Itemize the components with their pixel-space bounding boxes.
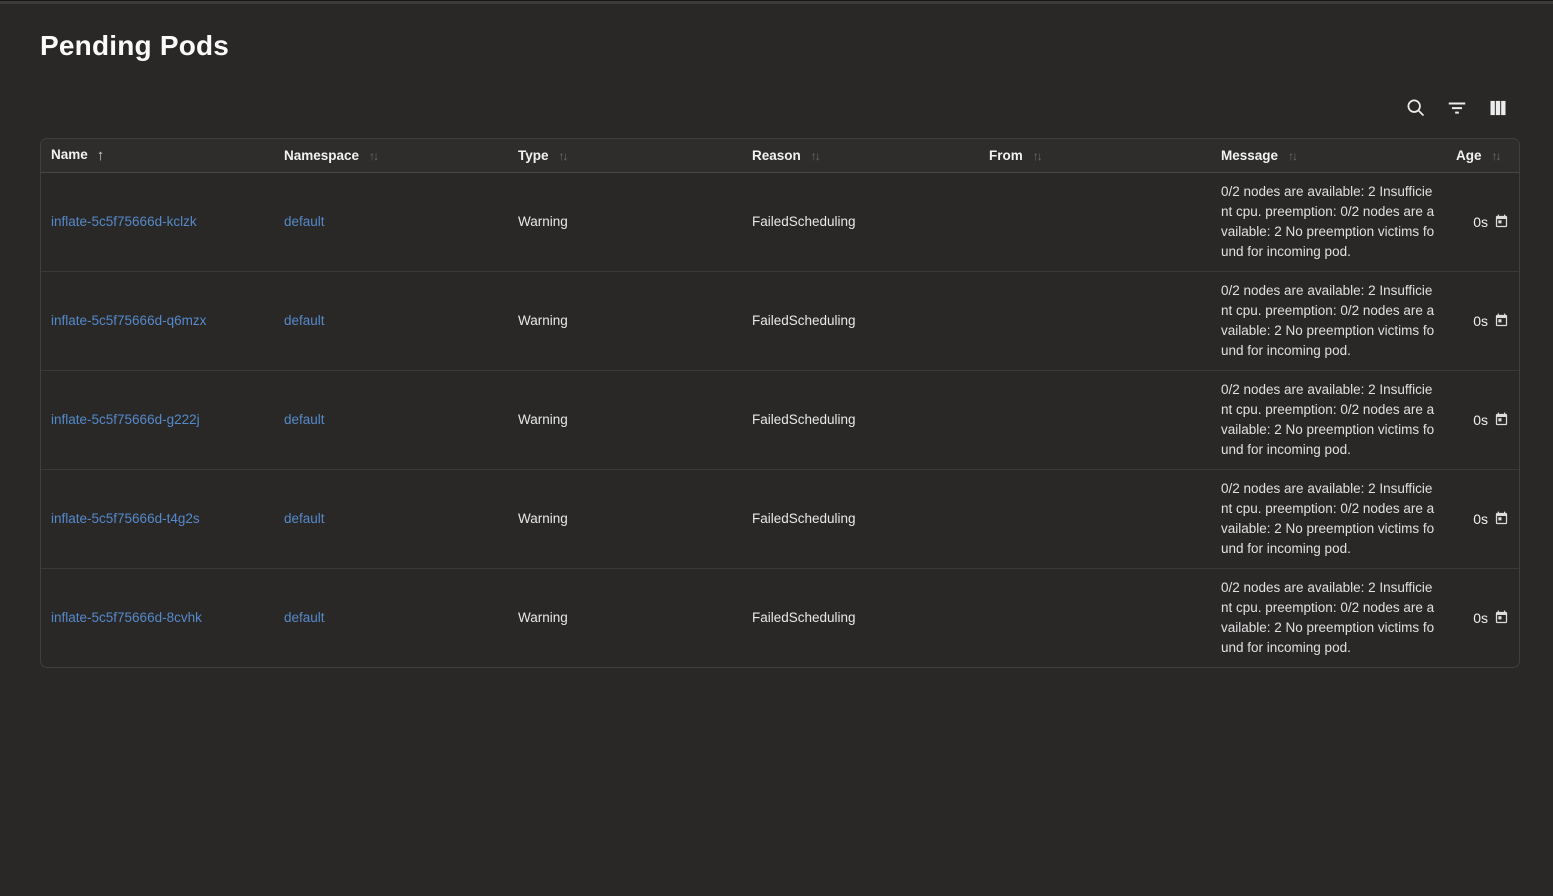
pod-name-link[interactable]: inflate-5c5f75666d-q6mzx: [51, 313, 206, 328]
pod-name-cell: inflate-5c5f75666d-8cvhk: [41, 568, 274, 667]
sort-icon: ↑↓: [811, 150, 819, 162]
pending-pods-table-card: Name ↑ Namespace ↑↓ Type ↑↓ Reason ↑↓ From ↑↓: [40, 138, 1520, 668]
age-cell: 0s: [1446, 370, 1519, 469]
namespace-link[interactable]: default: [284, 313, 325, 328]
pod-name-link[interactable]: inflate-5c5f75666d-g222j: [51, 412, 200, 427]
column-header-label: Name: [51, 147, 88, 162]
pending-pods-table: Name ↑ Namespace ↑↓ Type ↑↓ Reason ↑↓ From ↑↓: [41, 139, 1519, 667]
calendar-icon: [1494, 412, 1509, 427]
type-cell: Warning: [508, 370, 742, 469]
table-toolbar: [40, 94, 1510, 124]
message-cell: 0/2 nodes are available: 2 Insufficient …: [1211, 271, 1446, 370]
sort-icon: ↑↓: [1492, 150, 1500, 162]
message-cell: 0/2 nodes are available: 2 Insufficient …: [1211, 172, 1446, 271]
pending-pods-page: Pending Pods: [0, 26, 1553, 668]
message-cell: 0/2 nodes are available: 2 Insufficient …: [1211, 568, 1446, 667]
namespace-cell: default: [274, 271, 508, 370]
age-value: 0s: [1473, 610, 1488, 626]
table-row: inflate-5c5f75666d-g222j default Warning…: [41, 370, 1519, 469]
namespace-cell: default: [274, 568, 508, 667]
calendar-icon: [1494, 313, 1509, 328]
age-cell: 0s: [1446, 271, 1519, 370]
column-header-message[interactable]: Message ↑↓: [1211, 139, 1446, 172]
column-header-label: Reason: [752, 148, 801, 163]
age-cell: 0s: [1446, 172, 1519, 271]
column-header-label: Type: [518, 148, 549, 163]
from-cell: [979, 271, 1211, 370]
from-cell: [979, 469, 1211, 568]
namespace-link[interactable]: default: [284, 412, 325, 427]
message-cell: 0/2 nodes are available: 2 Insufficient …: [1211, 469, 1446, 568]
search-icon: [1405, 97, 1427, 122]
columns-icon: [1488, 98, 1508, 121]
column-header-name[interactable]: Name ↑: [41, 139, 274, 172]
column-header-from[interactable]: From ↑↓: [979, 139, 1211, 172]
reason-cell: FailedScheduling: [742, 469, 979, 568]
table-header-row: Name ↑ Namespace ↑↓ Type ↑↓ Reason ↑↓ From ↑↓: [41, 139, 1519, 172]
filter-icon: [1446, 97, 1468, 122]
column-header-label: Namespace: [284, 148, 359, 163]
page-title: Pending Pods: [40, 26, 1518, 66]
table-row: inflate-5c5f75666d-8cvhk default Warning…: [41, 568, 1519, 667]
type-cell: Warning: [508, 271, 742, 370]
from-cell: [979, 172, 1211, 271]
from-cell: [979, 568, 1211, 667]
columns-button[interactable]: [1486, 97, 1510, 121]
pod-name-link[interactable]: inflate-5c5f75666d-t4g2s: [51, 511, 200, 526]
message-cell: 0/2 nodes are available: 2 Insufficient …: [1211, 370, 1446, 469]
reason-cell: FailedScheduling: [742, 370, 979, 469]
column-header-age[interactable]: Age ↑↓: [1446, 139, 1519, 172]
calendar-icon: [1494, 214, 1509, 229]
age-value: 0s: [1473, 313, 1488, 329]
table-body: inflate-5c5f75666d-kclzk default Warning…: [41, 172, 1519, 667]
calendar-icon: [1494, 610, 1509, 625]
column-header-label: Age: [1456, 148, 1482, 163]
column-header-reason[interactable]: Reason ↑↓: [742, 139, 979, 172]
top-accent-bar: [0, 1, 1553, 4]
sort-ascending-icon: ↑: [97, 148, 105, 163]
search-button[interactable]: [1404, 97, 1428, 121]
type-cell: Warning: [508, 469, 742, 568]
pod-name-cell: inflate-5c5f75666d-kclzk: [41, 172, 274, 271]
column-header-label: Message: [1221, 148, 1278, 163]
pod-name-cell: inflate-5c5f75666d-t4g2s: [41, 469, 274, 568]
reason-cell: FailedScheduling: [742, 172, 979, 271]
pod-name-link[interactable]: inflate-5c5f75666d-8cvhk: [51, 610, 202, 625]
namespace-cell: default: [274, 370, 508, 469]
namespace-link[interactable]: default: [284, 610, 325, 625]
age-value: 0s: [1473, 511, 1488, 527]
age-cell: 0s: [1446, 568, 1519, 667]
namespace-link[interactable]: default: [284, 511, 325, 526]
age-cell: 0s: [1446, 469, 1519, 568]
type-cell: Warning: [508, 172, 742, 271]
table-row: inflate-5c5f75666d-kclzk default Warning…: [41, 172, 1519, 271]
sort-icon: ↑↓: [559, 150, 567, 162]
sort-icon: ↑↓: [1033, 150, 1041, 162]
table-row: inflate-5c5f75666d-q6mzx default Warning…: [41, 271, 1519, 370]
from-cell: [979, 370, 1211, 469]
sort-icon: ↑↓: [1288, 150, 1296, 162]
pod-name-cell: inflate-5c5f75666d-g222j: [41, 370, 274, 469]
pod-name-link[interactable]: inflate-5c5f75666d-kclzk: [51, 214, 197, 229]
filter-button[interactable]: [1445, 97, 1469, 121]
age-value: 0s: [1473, 214, 1488, 230]
reason-cell: FailedScheduling: [742, 568, 979, 667]
column-header-type[interactable]: Type ↑↓: [508, 139, 742, 172]
sort-icon: ↑↓: [369, 150, 377, 162]
column-header-namespace[interactable]: Namespace ↑↓: [274, 139, 508, 172]
type-cell: Warning: [508, 568, 742, 667]
reason-cell: FailedScheduling: [742, 271, 979, 370]
column-header-label: From: [989, 148, 1023, 163]
calendar-icon: [1494, 511, 1509, 526]
namespace-link[interactable]: default: [284, 214, 325, 229]
table-row: inflate-5c5f75666d-t4g2s default Warning…: [41, 469, 1519, 568]
namespace-cell: default: [274, 172, 508, 271]
pod-name-cell: inflate-5c5f75666d-q6mzx: [41, 271, 274, 370]
namespace-cell: default: [274, 469, 508, 568]
age-value: 0s: [1473, 412, 1488, 428]
